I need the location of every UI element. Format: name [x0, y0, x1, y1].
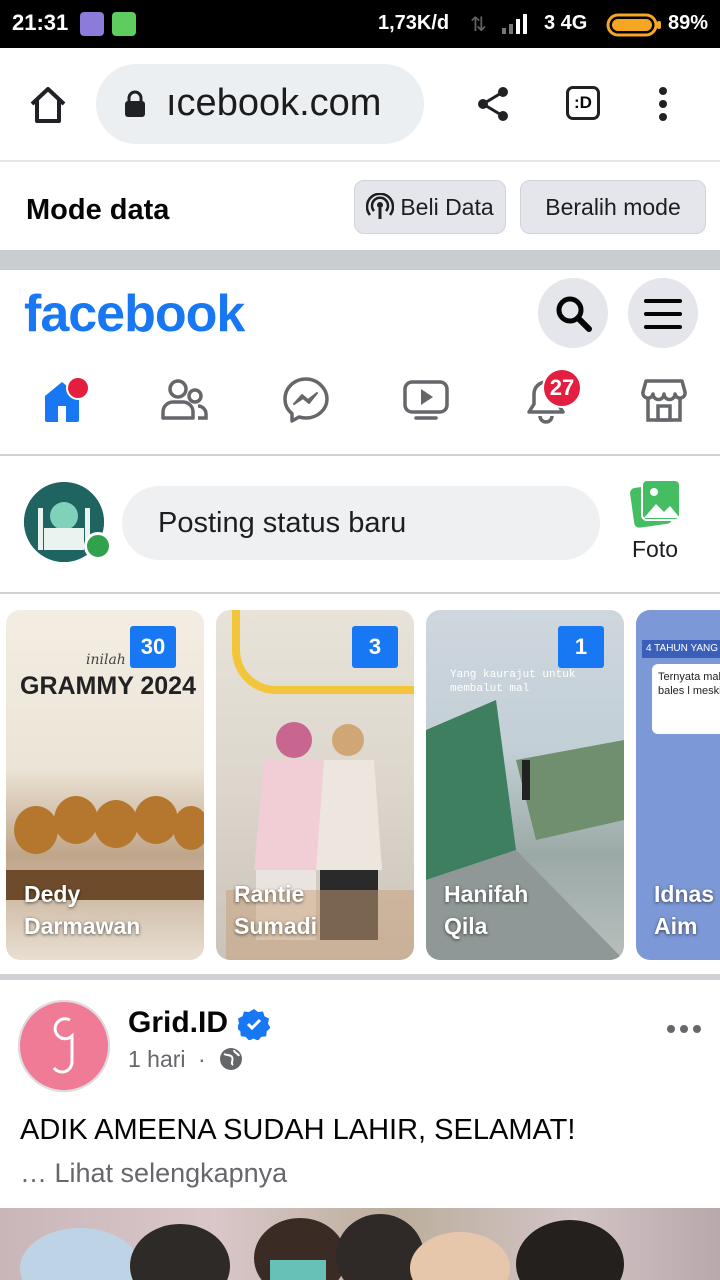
stories-tray: inilah GRAMMY 2024 30 Dedy Darmawan 3 Ran…	[0, 594, 720, 980]
story-card[interactable]: 4 TAHUN YANG LAL Ternyata mal bener ya k…	[636, 610, 720, 960]
meta-separator: ·	[197, 1046, 206, 1072]
address-bar[interactable]: ıcebook.com	[96, 64, 424, 144]
share-icon[interactable]	[476, 86, 510, 122]
story-count: 1	[574, 634, 588, 659]
buy-data-button[interactable]: Beli Data	[354, 180, 506, 234]
page-avatar[interactable]	[18, 1000, 110, 1092]
story-author: Dedy Darmawan	[24, 878, 140, 942]
notification-badge: 27	[542, 368, 582, 408]
battery-icon	[606, 13, 661, 37]
post-author[interactable]: Grid.ID	[128, 1006, 228, 1040]
verified-badge-icon	[238, 1009, 270, 1040]
grid-id-logo	[18, 1000, 110, 1092]
mode-title: Mode data	[26, 194, 170, 226]
battery-percent: 89%	[668, 12, 709, 34]
friends-icon	[161, 379, 208, 420]
story-card[interactable]: inilah GRAMMY 2024 30 Dedy Darmawan	[6, 610, 204, 960]
story-count: 30	[140, 634, 166, 659]
story-count-badge: 3	[352, 626, 398, 668]
post-image[interactable]	[0, 1208, 720, 1280]
post-meta: 1 hari ·	[128, 1046, 212, 1073]
online-status-dot	[84, 532, 112, 560]
post-options-icon[interactable]	[666, 1024, 702, 1034]
story-author-first: Dedy	[24, 881, 81, 907]
notification-count: 27	[549, 375, 575, 400]
tab-switcher-label: :D	[574, 93, 592, 112]
tab-switcher-icon[interactable]: :D	[566, 86, 600, 120]
nav-marketplace[interactable]	[640, 376, 688, 424]
story-author-last: Qila	[444, 913, 488, 939]
story-count: 3	[368, 634, 382, 659]
divider	[0, 250, 720, 270]
story-author-last: Aim	[654, 913, 698, 939]
story-count-badge: 30	[130, 626, 176, 668]
see-more-link[interactable]: … Lihat selengkapnya	[20, 1158, 287, 1189]
browser-toolbar: ıcebook.com :D	[0, 48, 720, 162]
facebook-header: facebook 27	[0, 270, 720, 457]
story-card[interactable]: Yang kaurajut untuk membalut mal 1 Hanif…	[426, 610, 624, 960]
url-text: ıcebook.com	[166, 82, 382, 124]
photo-button[interactable]: Foto	[620, 478, 692, 578]
menu-button[interactable]	[628, 278, 698, 348]
messenger-icon	[283, 377, 329, 423]
nav-friends[interactable]	[160, 376, 208, 424]
story-memory-label: 4 TAHUN YANG LAL	[642, 640, 720, 658]
broadcast-icon	[366, 193, 395, 219]
nav-notifications[interactable]: 27	[522, 368, 582, 424]
story-count-badge: 1	[558, 626, 604, 668]
facebook-logo[interactable]: facebook	[24, 284, 245, 344]
data-mode-bar: Mode data Beli Data Beralih mode	[0, 162, 720, 250]
status-time: 21:31	[12, 10, 69, 35]
post-time[interactable]: 1 hari	[128, 1046, 186, 1072]
network-type: 3 4G	[544, 12, 588, 34]
story-author-last: Darmawan	[24, 913, 141, 939]
status-composer: Posting status baru Foto	[0, 456, 720, 595]
story-caption: GRAMMY 2024	[20, 672, 196, 700]
story-author: Idnas Aim	[654, 878, 714, 942]
post-text: ADIK AMEENA SUDAH LAHIR, SELAMAT!	[20, 1114, 576, 1146]
public-globe-icon	[220, 1048, 242, 1070]
status-bar: 21:31 1,73K/d ⇅ 3 4G 89%	[0, 0, 720, 48]
story-author-first: Rantie	[234, 881, 305, 907]
search-icon	[556, 296, 592, 332]
story-author-last: Sumadi	[234, 913, 318, 939]
app-notification-icon	[80, 12, 104, 36]
story-author-first: Hanifah	[444, 881, 529, 907]
battery-app-icon	[112, 12, 136, 36]
post-status-input[interactable]: Posting status baru	[122, 486, 600, 560]
story-caption: Yang kaurajut untuk membalut mal	[450, 669, 576, 695]
story-author-first: Idnas	[654, 881, 715, 907]
story-author: Rantie Sumadi	[234, 878, 317, 942]
photo-label: Foto	[632, 536, 679, 562]
switch-mode-label: Beralih mode	[545, 193, 681, 220]
story-card[interactable]: 3 Rantie Sumadi	[216, 610, 414, 960]
watch-icon	[403, 380, 449, 420]
lock-icon	[125, 90, 145, 117]
photo-icon	[630, 479, 681, 528]
home-icon	[45, 376, 90, 422]
marketplace-icon	[641, 379, 687, 422]
buy-data-label: Beli Data	[400, 193, 494, 220]
story-caption: Ternyata mal bener ya kor kon d bales l …	[652, 664, 720, 734]
story-author: Hanifah Qila	[444, 878, 528, 942]
signal-icon	[502, 14, 527, 34]
feed-post: Grid.ID 1 hari · ADIK AMEENA SUDAH LAHIR…	[0, 980, 720, 1280]
hamburger-menu-icon	[644, 299, 682, 329]
data-transfer-icon: ⇅	[470, 14, 487, 36]
nav-home[interactable]	[42, 376, 90, 424]
nav-watch[interactable]	[402, 376, 450, 424]
network-speed: 1,73K/d	[378, 12, 450, 34]
story-caption-small: inilah	[86, 652, 126, 668]
nav-messenger[interactable]	[282, 376, 330, 424]
switch-mode-button[interactable]: Beralih mode	[520, 180, 706, 234]
post-photo-image	[20, 1214, 624, 1280]
more-vert-icon[interactable]	[656, 86, 670, 122]
search-button[interactable]	[538, 278, 608, 348]
home-icon[interactable]	[28, 86, 68, 124]
